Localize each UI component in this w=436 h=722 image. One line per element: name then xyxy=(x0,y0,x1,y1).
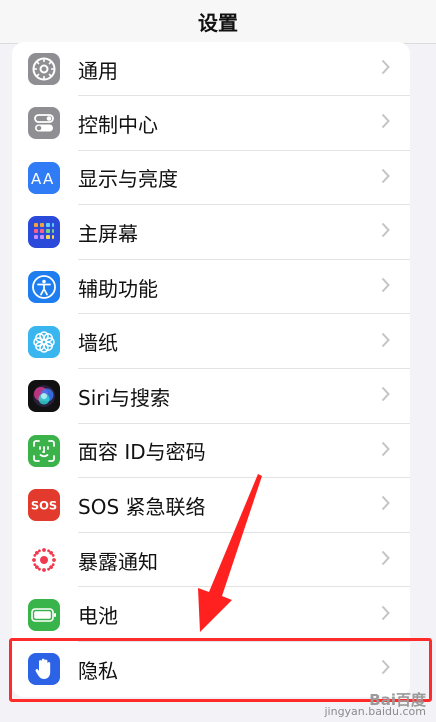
exposure-dots-icon xyxy=(28,544,60,577)
chevron-right-icon xyxy=(381,386,390,406)
chevron-right-icon xyxy=(381,495,390,515)
settings-item-display-brightness[interactable]: A A 显示与亮度 xyxy=(12,151,410,206)
settings-item-label: 控制中心 xyxy=(78,112,158,137)
chevron-right-icon xyxy=(381,59,390,79)
face-id-icon xyxy=(28,434,60,467)
chevron-right-icon xyxy=(381,113,390,133)
settings-list: 通用 控制中心 A A 显示与亮度 主屏幕 辅助功能 墙纸 Siri与搜索 面容… xyxy=(12,42,410,697)
settings-item-label: 隐私 xyxy=(78,658,118,683)
watermark-url: jingyan.baidu.com xyxy=(324,705,426,718)
gear-icon xyxy=(28,53,60,85)
svg-text:A: A xyxy=(43,170,54,188)
chevron-right-icon xyxy=(381,332,390,352)
svg-text:SOS: SOS xyxy=(31,499,57,513)
svg-text:A: A xyxy=(31,170,42,188)
watermark: Bai百度 jingyan.baidu.com xyxy=(324,693,426,718)
flower-icon xyxy=(28,325,60,358)
settings-item-exposure-notifications[interactable]: 暴露通知 xyxy=(12,533,410,588)
settings-item-label: 面容 ID与密码 xyxy=(78,440,206,465)
settings-item-label: SOS 紧急联络 xyxy=(78,494,206,519)
chevron-right-icon xyxy=(381,222,390,242)
settings-item-label: 电池 xyxy=(78,604,118,629)
settings-item-control-center[interactable]: 控制中心 xyxy=(12,96,410,151)
home-screen-grid-icon xyxy=(28,216,60,249)
toggles-icon xyxy=(28,107,60,140)
settings-item-emergency-sos[interactable]: SOS SOS 紧急联络 xyxy=(12,478,410,533)
chevron-right-icon xyxy=(381,168,390,188)
settings-item-home-screen[interactable]: 主屏幕 xyxy=(12,205,410,260)
battery-icon xyxy=(28,598,60,631)
chevron-right-icon xyxy=(381,605,390,625)
chevron-right-icon xyxy=(381,277,390,297)
settings-item-face-id-passcode[interactable]: 面容 ID与密码 xyxy=(12,424,410,479)
settings-item-privacy[interactable]: 隐私 xyxy=(12,642,410,697)
hand-icon xyxy=(28,653,60,686)
settings-item-label: 通用 xyxy=(78,58,118,83)
chevron-right-icon xyxy=(381,550,390,570)
siri-icon xyxy=(28,380,60,413)
settings-item-label: 显示与亮度 xyxy=(78,167,178,192)
settings-item-general[interactable]: 通用 xyxy=(12,42,410,96)
settings-item-label: 辅助功能 xyxy=(78,276,158,301)
nav-header: 设置 xyxy=(0,0,436,44)
text-size-icon: A A xyxy=(28,161,60,194)
settings-item-label: 主屏幕 xyxy=(78,221,138,246)
sos-icon: SOS xyxy=(28,489,60,522)
chevron-right-icon xyxy=(381,441,390,461)
settings-item-accessibility[interactable]: 辅助功能 xyxy=(12,260,410,315)
settings-item-label: 墙纸 xyxy=(78,331,118,356)
accessibility-person-icon xyxy=(28,271,60,304)
settings-item-label: 暴露通知 xyxy=(78,549,158,574)
settings-item-label: Siri与搜索 xyxy=(78,385,171,410)
chevron-right-icon xyxy=(381,659,390,679)
page-title: 设置 xyxy=(198,11,238,35)
settings-item-battery[interactable]: 电池 xyxy=(12,587,410,642)
settings-item-wallpaper[interactable]: 墙纸 xyxy=(12,314,410,369)
settings-item-siri-search[interactable]: Siri与搜索 xyxy=(12,369,410,424)
